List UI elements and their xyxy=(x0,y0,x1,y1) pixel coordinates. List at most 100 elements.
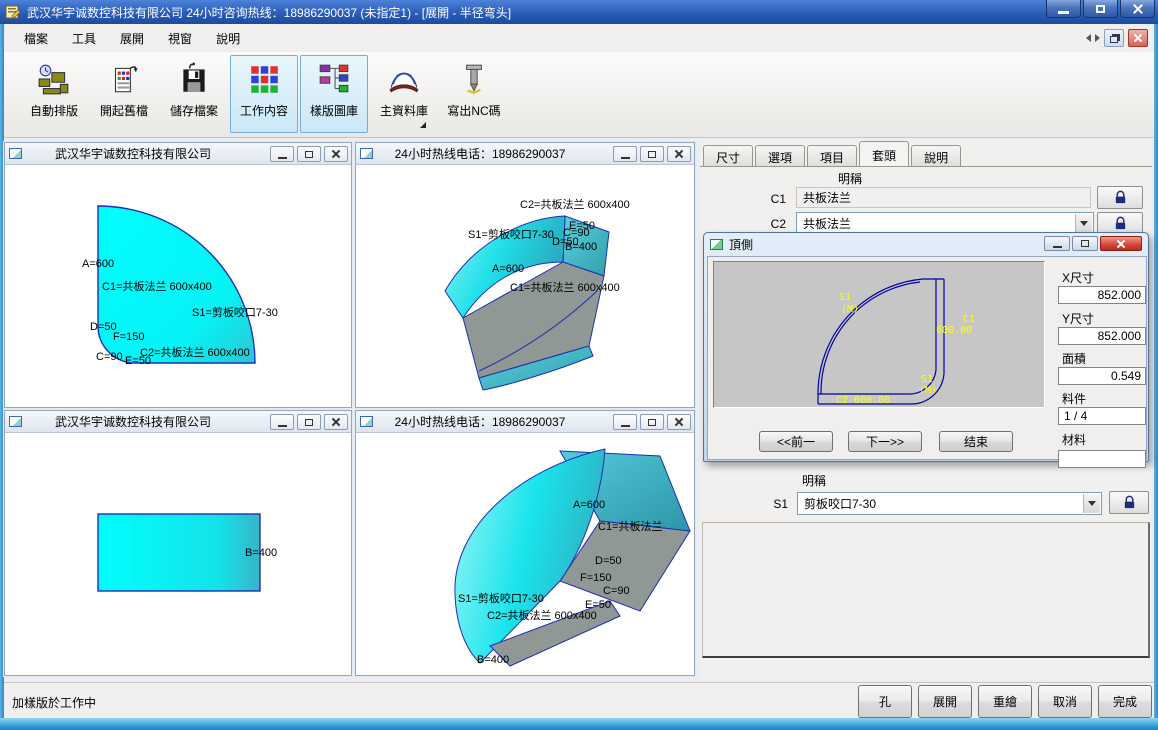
finish-button[interactable]: 结束 xyxy=(939,431,1013,452)
child-close-button[interactable] xyxy=(667,414,691,430)
previous-button[interactable]: <<前一 xyxy=(759,431,833,452)
child-minimize-button[interactable] xyxy=(613,414,637,430)
menu-help[interactable]: 說明 xyxy=(204,26,252,51)
toolbar-overflow-icon[interactable] xyxy=(420,122,426,128)
dropdown-button[interactable] xyxy=(1075,214,1092,233)
dropdown-button[interactable] xyxy=(1083,494,1100,513)
child-titlebar[interactable]: 武汉华宇诚数控科技有限公司 xyxy=(5,411,351,433)
toolbar-auto-nest-button[interactable]: 自動排版 xyxy=(20,55,88,133)
child-titlebar[interactable]: 24小时热线电话：18986290037 xyxy=(356,143,694,165)
save-file-icon xyxy=(177,62,211,96)
menu-tools[interactable]: 工具 xyxy=(60,26,108,51)
child-restore-button[interactable] xyxy=(297,146,321,162)
chevron-down-icon xyxy=(1088,501,1096,506)
close-icon xyxy=(331,149,341,159)
lock-icon xyxy=(1113,216,1128,231)
row-key-c1: C1 xyxy=(700,192,786,206)
menu-unfold[interactable]: 展開 xyxy=(108,26,156,51)
dialog-restore-button[interactable] xyxy=(1072,236,1098,251)
toolbar-template-library-button[interactable]: 樣版圖庫 xyxy=(300,55,368,133)
tab-dimensions[interactable]: 尺寸 xyxy=(703,145,753,166)
field-label-part: 料件 xyxy=(1062,390,1086,407)
child-close-button[interactable] xyxy=(667,146,691,162)
tab-connections[interactable]: 套頭 xyxy=(859,141,909,166)
child-restore-button[interactable] xyxy=(640,146,664,162)
nav-forward-icon[interactable] xyxy=(1095,34,1100,42)
child-window-rect-pattern: 武汉华宇诚数控科技有限公司 B=400 xyxy=(4,410,352,676)
dim-label: B=400 xyxy=(477,654,509,666)
child-titlebar[interactable]: 24小时热线电话：18986290037 xyxy=(356,411,694,433)
minimize-icon xyxy=(621,425,630,427)
hole-button[interactable]: 孔 xyxy=(858,685,912,718)
nav-back-icon[interactable] xyxy=(1086,34,1091,42)
toolbar-main-database-button[interactable]: 主資料庫 xyxy=(370,55,438,133)
field-material[interactable] xyxy=(1058,450,1146,468)
cad-canvas-rect[interactable]: B=400 xyxy=(6,434,350,674)
restore-icon xyxy=(648,419,656,426)
child-restore-button[interactable] xyxy=(297,414,321,430)
toolbar-open-file-button[interactable]: 開起舊檔 xyxy=(90,55,158,133)
preview-label: S1 xyxy=(839,292,851,303)
menu-file[interactable]: 檔案 xyxy=(12,26,60,51)
toolbar-save-file-button[interactable]: 儲存檔案 xyxy=(160,55,228,133)
field-x-size[interactable]: 852.000 xyxy=(1058,286,1146,304)
dialog-body: S1 (M) C1 600.00 S1 (M) C2 600.00 X尺寸 85… xyxy=(707,256,1147,460)
minimize-button[interactable] xyxy=(1046,0,1081,18)
dialog-minimize-button[interactable] xyxy=(1044,236,1070,251)
tab-notes[interactable]: 說明 xyxy=(911,145,961,166)
child-restore-button[interactable] xyxy=(640,414,664,430)
dialog-close-button[interactable] xyxy=(1100,236,1142,251)
cancel-button[interactable]: 取消 xyxy=(1038,685,1092,718)
row-key-c2: C2 xyxy=(700,217,786,231)
field-area[interactable]: 0.549 xyxy=(1058,367,1146,385)
close-icon xyxy=(1132,3,1144,15)
child-close-button[interactable] xyxy=(324,146,348,162)
dialog-title: 頂側 xyxy=(729,236,753,253)
unfold-button[interactable]: 展開 xyxy=(918,685,972,718)
field-y-size[interactable]: 852.000 xyxy=(1058,327,1146,345)
menu-window[interactable]: 視窗 xyxy=(156,26,204,51)
dim-label: S1=剪板咬口7-30 xyxy=(192,304,278,320)
tab-options[interactable]: 選項 xyxy=(755,145,805,166)
child-title: 24小时热线电话：18986290037 xyxy=(356,413,604,430)
child-window-flat-pattern: 武汉华宇诚数控科技有限公司 A=600 C1=共板法兰 xyxy=(4,142,352,408)
lock-button-c1[interactable] xyxy=(1097,186,1143,209)
top-side-dialog: 頂側 xyxy=(703,232,1149,462)
child-titlebar[interactable]: 武汉华宇诚数控科技有限公司 xyxy=(5,143,351,165)
dim-label: S1=剪板咬口7-30 xyxy=(458,590,544,606)
row-value-c1[interactable]: 共板法兰 xyxy=(796,187,1091,208)
complete-button[interactable]: 完成 xyxy=(1098,685,1152,718)
row-combobox-s1[interactable]: 剪板咬口7-30 xyxy=(797,492,1102,515)
redraw-button[interactable]: 重繪 xyxy=(978,685,1032,718)
maximize-button[interactable] xyxy=(1083,0,1118,18)
close-icon xyxy=(1133,33,1143,43)
cad-canvas-3d-1[interactable]: C2=共板法兰 600x400 S1=剪板咬口7-30 E=50 C=90 D=… xyxy=(357,166,693,406)
child-minimize-button[interactable] xyxy=(613,146,637,162)
close-button[interactable] xyxy=(1120,0,1155,18)
child-title: 武汉华宇诚数控科技有限公司 xyxy=(5,145,261,162)
toolbar-write-nc-button[interactable]: 寫出NC碼 xyxy=(440,55,508,133)
lock-button-s1[interactable] xyxy=(1109,491,1149,514)
tab-divider xyxy=(700,166,1152,167)
cad-canvas-flat-pattern[interactable]: A=600 C1=共板法兰 600x400 S1=剪板咬口7-30 D=50 F… xyxy=(6,166,350,406)
cad-canvas-3d-2[interactable]: A=600 C1=共板法兰 D=50 F=150 C=90 S1=剪板咬口7-3… xyxy=(357,434,693,674)
preview-label: (M) xyxy=(841,304,859,315)
restore-icon xyxy=(1110,36,1118,43)
toolbar-work-content-button[interactable]: 工作内容 xyxy=(230,55,298,133)
field-part-count[interactable]: 1 / 4 xyxy=(1058,407,1146,425)
mdi-close-button[interactable] xyxy=(1128,29,1148,47)
rect-pattern-drawing xyxy=(6,434,350,674)
tab-items[interactable]: 項目 xyxy=(807,145,857,166)
main-database-icon xyxy=(387,62,421,96)
child-close-button[interactable] xyxy=(324,414,348,430)
column-header-name: 明稱 xyxy=(838,170,862,187)
dim-label: C1=共板法兰 xyxy=(598,518,663,534)
menubar: 檔案 工具 展開 視窗 說明 xyxy=(4,24,1154,52)
child-minimize-button[interactable] xyxy=(270,414,294,430)
close-icon xyxy=(674,417,684,427)
child-title: 武汉华宇诚数控科技有限公司 xyxy=(5,413,261,430)
child-minimize-button[interactable] xyxy=(270,146,294,162)
next-button[interactable]: 下一>> xyxy=(848,431,922,452)
mdi-restore-button[interactable] xyxy=(1104,29,1124,47)
dialog-titlebar[interactable]: 頂側 xyxy=(704,233,1148,255)
